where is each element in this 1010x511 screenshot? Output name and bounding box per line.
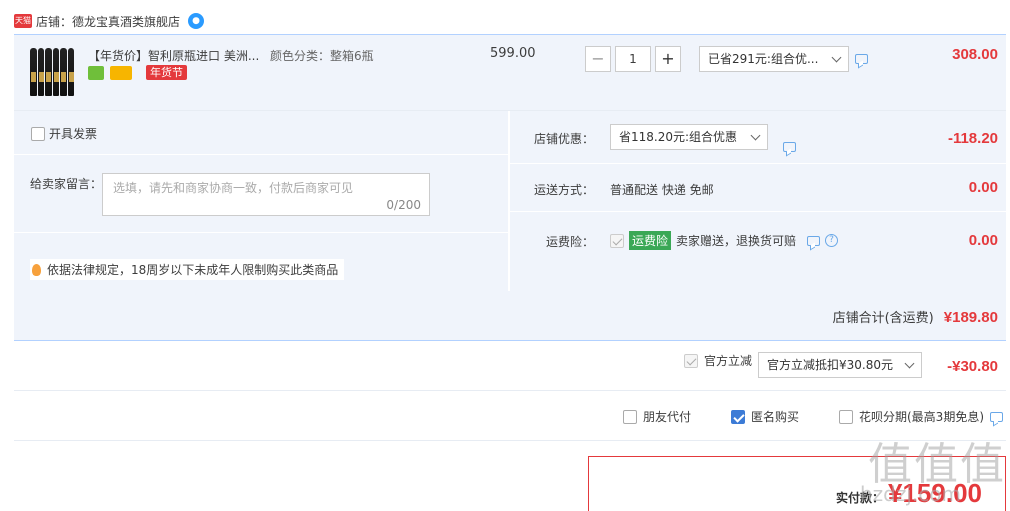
delivery-method: 普通配送 快递 免邮 [610, 183, 714, 197]
shop-discount-label: 店铺优惠： [534, 132, 595, 146]
item-subtotal: 308.00 [952, 46, 998, 63]
freight-insurance-amount: 0.00 [968, 232, 998, 249]
delivery-amount: 0.00 [968, 179, 998, 196]
guarantee-icon [88, 65, 104, 80]
anonymous-checkbox[interactable] [731, 409, 745, 424]
freight-insurance-badge: 运费险 [629, 231, 672, 250]
product-sku: 颜色分类：整箱6瓶 [270, 49, 374, 63]
shop-discount-value: 省118.20元:组合优惠 [619, 130, 738, 144]
delivery-label: 运送方式： [534, 183, 595, 197]
promo-info-icon[interactable] [855, 54, 868, 64]
official-discount-option: 官方立减 [684, 352, 752, 369]
shop-total-label: 店铺合计(含运费) [832, 311, 934, 326]
friend-pay-checkbox[interactable] [623, 409, 637, 424]
decrease-quantity-button[interactable]: − [585, 46, 611, 72]
wangwang-chat-icon[interactable]: ● [188, 13, 205, 29]
official-discount-amount: -¥30.80 [947, 358, 998, 375]
item-promo-select[interactable]: 已省291元:组合优... [699, 46, 849, 72]
unit-price: 599.00 [490, 46, 536, 61]
freight-insurance-label: 运费险： [546, 235, 595, 249]
divider [14, 440, 1006, 441]
seller-message-input[interactable]: 选填，请先和商家协商一致，付款后商家可见 0/200 [102, 173, 430, 216]
huabei-label: 花呗分期(最高3期免息) [859, 410, 984, 424]
watermark-url: hzdzj.com [860, 482, 961, 506]
quantity-stepper: − 1 + [585, 46, 681, 72]
insurance-message-icon[interactable] [807, 235, 821, 246]
shop-discount-select[interactable]: 省118.20元:组合优惠 [610, 124, 768, 150]
item-promo-value: 已省291元:组合优... [708, 52, 819, 66]
invoice-option[interactable]: 开具发票 [31, 125, 97, 142]
shop-discount-amount: -118.20 [947, 130, 998, 147]
message-label: 给卖家留言： [30, 177, 103, 191]
festival-tag: 年货节 [146, 65, 187, 80]
card-icon [110, 65, 132, 80]
age-restriction-notice: 依据法律规定，18周岁以下未成年人限制购买此类商品 [30, 259, 345, 280]
tmall-badge: 天猫 [14, 14, 32, 28]
chevron-down-icon [831, 52, 842, 62]
official-discount-checkbox [684, 353, 698, 368]
invoice-label: 开具发票 [49, 127, 98, 141]
huabei-option[interactable]: 花呗分期(最高3期免息) [839, 408, 1003, 425]
divider [14, 390, 1006, 391]
friend-pay-option[interactable]: 朋友代付 [623, 408, 691, 425]
help-icon[interactable]: ? [825, 234, 839, 247]
anonymous-option[interactable]: 匿名购买 [731, 408, 799, 425]
official-discount-select[interactable]: 官方立减抵扣¥30.80元 [758, 352, 922, 378]
freight-insurance-row: 运费险 卖家赠送，退换货可赔 ? [610, 231, 839, 250]
increase-quantity-button[interactable]: + [655, 46, 681, 72]
official-discount-label: 官方立减 [704, 354, 753, 368]
friend-pay-label: 朋友代付 [643, 410, 692, 424]
discount-info-icon[interactable] [783, 142, 796, 152]
anonymous-label: 匿名购买 [751, 410, 800, 424]
official-discount-value: 官方立减抵扣¥30.80元 [767, 358, 893, 372]
shop-total-amount: ¥189.80 [943, 309, 998, 326]
chevron-down-icon [904, 358, 915, 368]
message-char-counter: 0/200 [386, 198, 421, 212]
shop-header: 天猫 店铺：德龙宝真酒类旗舰店 ● [14, 10, 205, 32]
huabei-checkbox[interactable] [839, 409, 853, 424]
product-title-link[interactable]: 【年货价】智利原瓶进口 美洲... [88, 47, 260, 64]
shop-name-link[interactable]: 店铺：德龙宝真酒类旗舰店 [36, 13, 180, 30]
freight-insurance-text: 卖家赠送，退换货可赔 [676, 234, 797, 248]
chevron-down-icon [750, 130, 761, 140]
product-thumbnail[interactable] [30, 44, 74, 96]
message-placeholder: 选填，请先和商家协商一致，付款后商家可见 [113, 181, 354, 195]
quantity-input[interactable]: 1 [615, 46, 651, 72]
lightbulb-icon [32, 263, 41, 276]
shop-total: 店铺合计(含运费) ¥189.80 [833, 307, 998, 326]
huabei-info-icon[interactable] [990, 411, 1003, 422]
product-badges: 年货节 [88, 65, 187, 80]
invoice-checkbox[interactable] [31, 126, 45, 141]
freight-insurance-checkbox [610, 233, 624, 248]
notice-text: 依据法律规定，18周岁以下未成年人限制购买此类商品 [47, 263, 339, 277]
